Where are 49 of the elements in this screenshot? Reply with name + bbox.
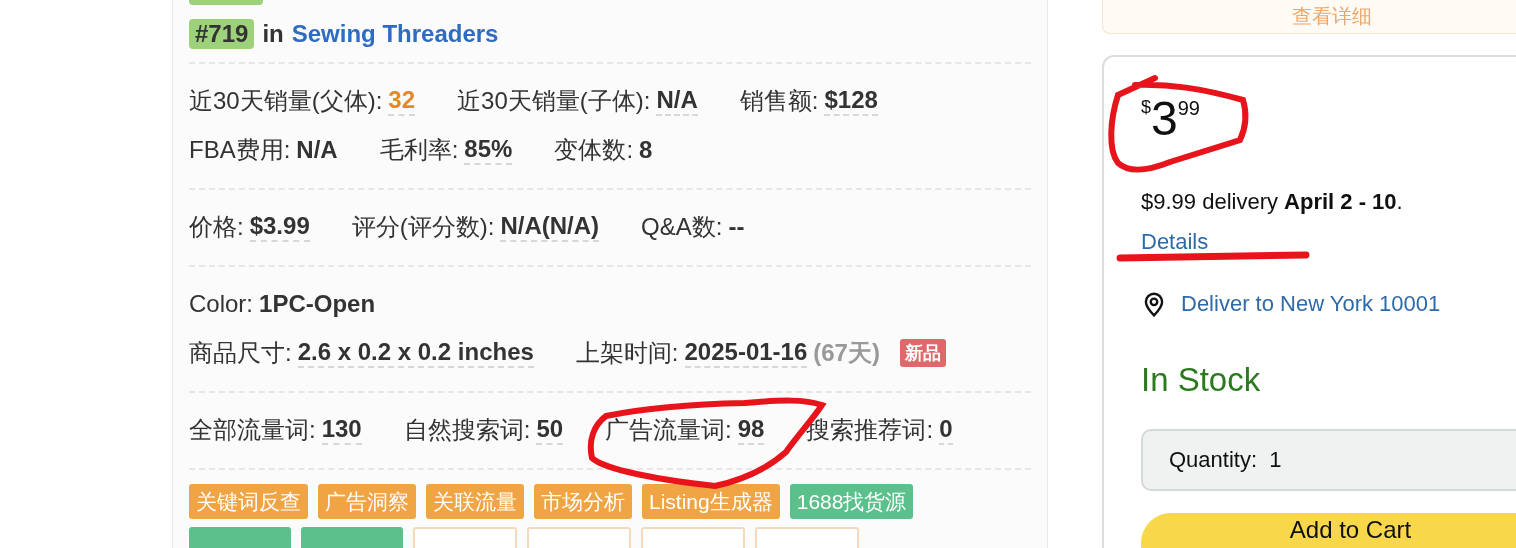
field-value: 98 — [737, 414, 765, 445]
details-link[interactable]: Details — [1141, 229, 1209, 255]
field-value: 2025-01-16 — [684, 337, 808, 368]
field-label: 近30天销量(父体): — [189, 85, 383, 116]
tool-tag[interactable]: 关键词反查 — [189, 484, 308, 519]
field-label: 广告流量词: — [605, 414, 732, 445]
tool-tag[interactable]: 1688找货源 — [789, 484, 914, 519]
field-label: 价格: — [189, 211, 244, 242]
field-label: 近30天销量(子体): — [457, 85, 651, 116]
field-value: 50 — [536, 414, 564, 445]
quantity-dropdown[interactable]: Quantity: 1 — [1141, 429, 1516, 491]
field-label: 变体数: — [554, 134, 634, 165]
field-label: 销售额: — [739, 85, 819, 116]
field-value: 1PC-Open — [259, 289, 376, 318]
new-badge: 新品 — [899, 338, 946, 367]
add-to-cart-button[interactable]: Add to Cart — [1141, 513, 1516, 548]
field-value: $3.99 — [249, 211, 310, 242]
tool-tag[interactable]: 广告洞察 — [318, 484, 416, 519]
field-value: N/A(N/A) — [500, 211, 600, 242]
field-label: Color: — [189, 289, 254, 318]
category-link[interactable]: Sewing Threaders — [291, 19, 499, 48]
location-link[interactable]: Deliver to New York 10001 — [1181, 291, 1441, 317]
field-label: 商品尺寸: — [189, 337, 292, 368]
field-note: (67天) — [813, 337, 880, 368]
field-value: 130 — [321, 414, 362, 445]
field-value: $128 — [824, 85, 878, 116]
field-value: 8 — [639, 135, 653, 164]
tool-tag[interactable]: Listing生成器 — [642, 484, 780, 519]
field-label: Q&A数: — [641, 211, 723, 242]
delivery-text: $9.99 delivery April 2 - 10. — [1141, 189, 1404, 215]
rank-badge: #719 — [189, 18, 255, 49]
detail-button[interactable]: 查看详细 — [1102, 0, 1516, 34]
field-value: 32 — [388, 85, 416, 116]
stock-status: In Stock — [1141, 361, 1262, 399]
field-label: FBA费用: — [189, 134, 291, 165]
field-label: 毛利率: — [379, 134, 459, 165]
field-value: 2.6 x 0.2 x 0.2 inches — [297, 337, 534, 368]
field-value: 0 — [939, 414, 953, 445]
field-label: 评分(评分数): — [351, 211, 495, 242]
field-label: 自然搜索词: — [403, 414, 531, 445]
field-value: 85% — [464, 134, 513, 165]
tool-tag[interactable]: 市场分析 — [534, 484, 632, 519]
rank-text: in — [262, 19, 284, 48]
field-value: -- — [728, 212, 745, 241]
field-label: 全部流量词: — [189, 414, 316, 445]
field-value: N/A — [296, 135, 338, 164]
tool-tag[interactable]: 关联流量 — [426, 484, 524, 519]
field-value: N/A — [656, 85, 698, 116]
field-label: 上架时间: — [575, 337, 679, 368]
